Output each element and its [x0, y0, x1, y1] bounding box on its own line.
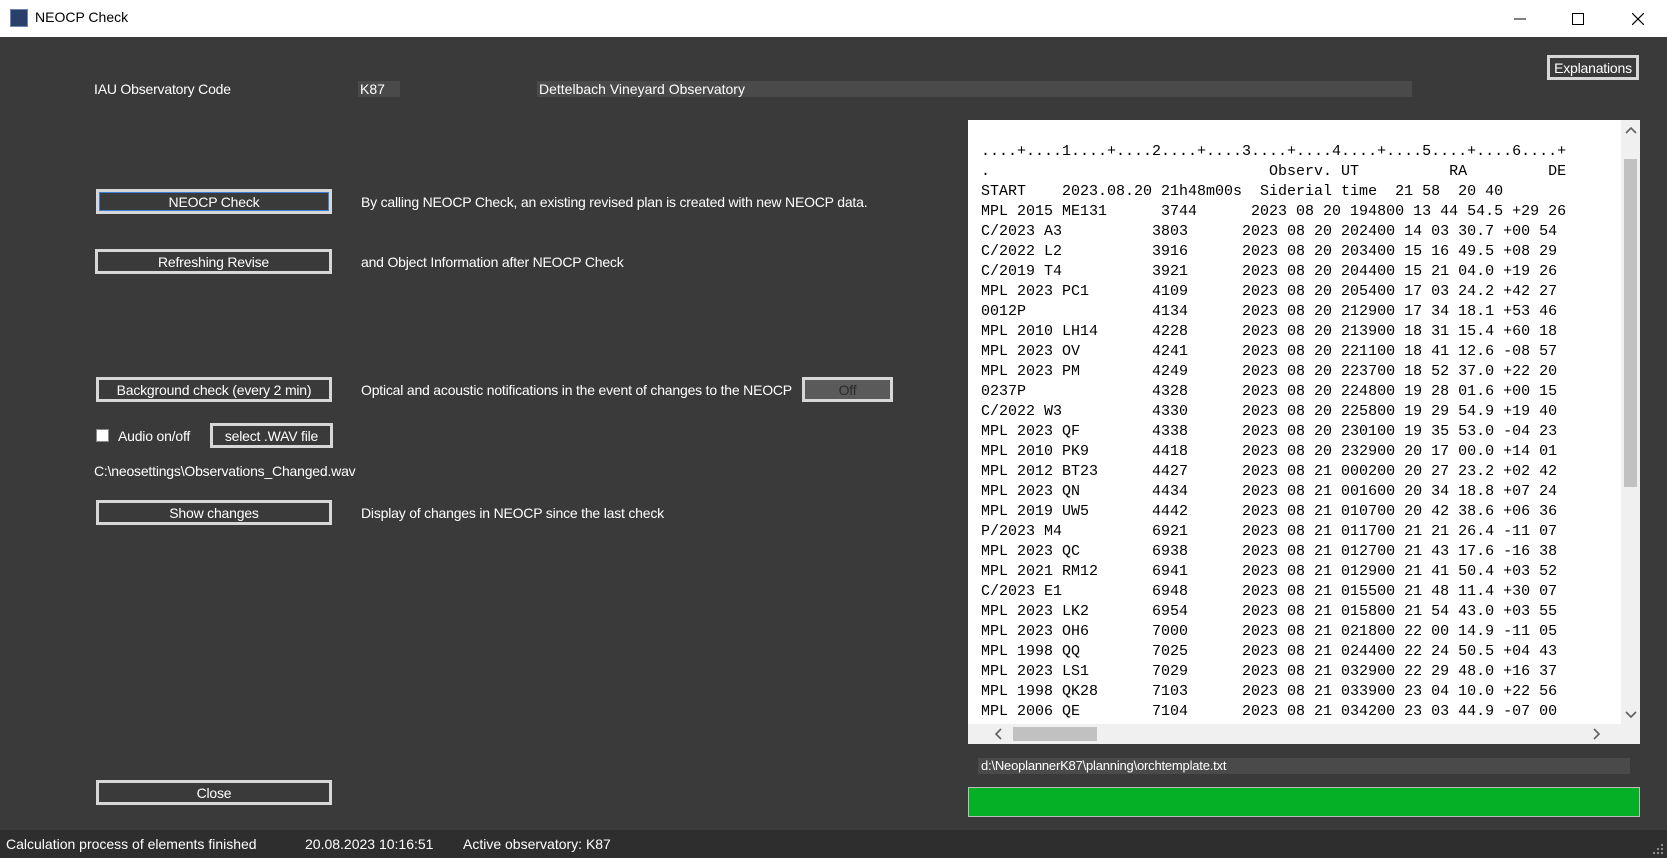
text-line: . Observ. UT RA DE — [981, 163, 1567, 180]
horizontal-scroll-thumb[interactable] — [1013, 727, 1097, 741]
resize-grip-icon[interactable] — [1652, 843, 1664, 855]
text-line: MPL 2023 PC1 4109 2023 08 20 205400 17 0… — [981, 283, 1558, 300]
maximize-button[interactable] — [1549, 0, 1607, 37]
text-line: MPL 2021 RM12 6941 2023 08 21 012900 21 … — [981, 563, 1558, 580]
text-line: MPL 1998 QK28 7103 2023 08 21 033900 23 … — [981, 683, 1558, 700]
scroll-left-icon[interactable] — [988, 724, 1008, 744]
text-line: C/2019 T4 3921 2023 08 20 204400 15 21 0… — [981, 263, 1558, 280]
text-line: MPL 2023 LK2 6954 2023 08 21 015800 21 5… — [981, 603, 1558, 620]
progress-fill — [969, 788, 1639, 816]
audio-checkbox[interactable] — [96, 429, 109, 442]
audio-label: Audio on/off — [118, 428, 191, 444]
close-icon — [1632, 12, 1644, 25]
text-line: MPL 2023 LS1 7029 2023 08 21 032900 22 2… — [981, 663, 1558, 680]
text-line: 0012P 4134 2023 08 20 212900 17 34 18.1 … — [981, 303, 1558, 320]
background-check-description: Optical and acoustic notifications in th… — [361, 382, 792, 398]
text-line: MPL 2010 PK9 4418 2023 08 20 232900 20 1… — [981, 443, 1558, 460]
minimize-icon — [1514, 18, 1526, 19]
text-line: MPL 2010 LH14 4228 2023 08 20 213900 18 … — [981, 323, 1558, 340]
neocp-check-button[interactable]: NEOCP Check — [96, 189, 332, 214]
text-line: MPL 1998 QQ 7025 2023 08 21 024400 22 24… — [981, 643, 1558, 660]
text-line: MPL 2015 ME131 3744 2023 08 20 194800 13… — [981, 203, 1567, 220]
close-button[interactable]: Close — [96, 780, 332, 805]
maximize-icon — [1572, 12, 1584, 25]
background-check-button[interactable]: Background check (every 2 min) — [96, 377, 332, 402]
background-check-off-toggle[interactable]: Off — [802, 377, 893, 402]
show-changes-button[interactable]: Show changes — [96, 500, 332, 525]
select-wav-button[interactable]: select .WAV file — [210, 423, 333, 448]
wav-path: C:\neosettings\Observations_Changed.wav — [94, 463, 356, 479]
explanations-button[interactable]: Explanations — [1547, 55, 1639, 80]
text-line: MPL 2023 OH6 7000 2023 08 21 021800 22 0… — [981, 623, 1558, 640]
status-message: Calculation process of elements finished — [6, 836, 257, 852]
text-line: P/2023 M4 6921 2023 08 21 011700 21 21 2… — [981, 523, 1558, 540]
window-title: NEOCP Check — [35, 9, 129, 25]
observatory-code-label: IAU Observatory Code — [94, 81, 231, 97]
template-path-field[interactable]: d:\NeoplannerK87\planning\orchtemplate.t… — [978, 758, 1630, 774]
text-line: MPL 2023 QC 6938 2023 08 21 012700 21 43… — [981, 543, 1558, 560]
text-line: ....+....1....+....2....+....3....+....4… — [981, 143, 1567, 160]
text-line: C/2022 W3 4330 2023 08 20 225800 19 29 5… — [981, 403, 1558, 420]
observatory-code-field[interactable]: K87 — [358, 81, 400, 97]
app-icon — [10, 9, 28, 27]
show-changes-description: Display of changes in NEOCP since the la… — [361, 505, 664, 521]
refreshing-revise-button[interactable]: Refreshing Revise — [95, 249, 332, 274]
close-window-button[interactable] — [1609, 0, 1667, 37]
text-line: C/2023 E1 6948 2023 08 21 015500 21 48 1… — [981, 583, 1558, 600]
text-line: MPL 2023 OV 4241 2023 08 20 221100 18 41… — [981, 343, 1558, 360]
plan-text-view[interactable]: ....+....1....+....2....+....3....+....4… — [968, 120, 1640, 744]
text-line: MPL 2023 QF 4338 2023 08 20 230100 19 35… — [981, 423, 1558, 440]
observatory-name-field[interactable]: Dettelbach Vineyard Observatory — [537, 81, 1412, 97]
vertical-scroll-thumb[interactable] — [1624, 159, 1637, 487]
scroll-down-icon[interactable] — [1621, 705, 1640, 724]
plan-text-content: ....+....1....+....2....+....3....+....4… — [981, 142, 1621, 738]
status-datetime: 20.08.2023 10:16:51 — [305, 836, 434, 852]
status-bar: Calculation process of elements finished… — [0, 830, 1667, 858]
text-line: MPL 2006 QE 7104 2023 08 21 034200 23 03… — [981, 703, 1558, 720]
horizontal-scrollbar[interactable] — [968, 724, 1640, 744]
text-line: C/2022 L2 3916 2023 08 20 203400 15 16 4… — [981, 243, 1558, 260]
text-line: START 2023.08.20 21h48m00s Siderial time… — [981, 183, 1504, 200]
text-line: C/2023 A3 3803 2023 08 20 202400 14 03 3… — [981, 223, 1558, 240]
status-active-observatory: Active observatory: K87 — [463, 836, 611, 852]
minimize-button[interactable] — [1491, 0, 1549, 37]
text-line: MPL 2019 UW5 4442 2023 08 21 010700 20 4… — [981, 503, 1558, 520]
text-line: MPL 2012 BT23 4427 2023 08 21 000200 20 … — [981, 463, 1558, 480]
scroll-up-icon[interactable] — [1621, 120, 1640, 139]
vertical-scrollbar[interactable] — [1621, 120, 1640, 724]
text-line: MPL 2023 QN 4434 2023 08 21 001600 20 34… — [981, 483, 1558, 500]
progress-bar — [968, 787, 1640, 817]
text-line: 0237P 4328 2023 08 20 224800 19 28 01.6 … — [981, 383, 1558, 400]
scroll-right-icon[interactable] — [1587, 724, 1607, 744]
neocp-check-description: By calling NEOCP Check, an existing revi… — [361, 194, 868, 210]
text-line: MPL 2023 PM 4249 2023 08 20 223700 18 52… — [981, 363, 1558, 380]
refreshing-revise-description: and Object Information after NEOCP Check — [361, 254, 624, 270]
title-bar: NEOCP Check — [0, 0, 1667, 37]
